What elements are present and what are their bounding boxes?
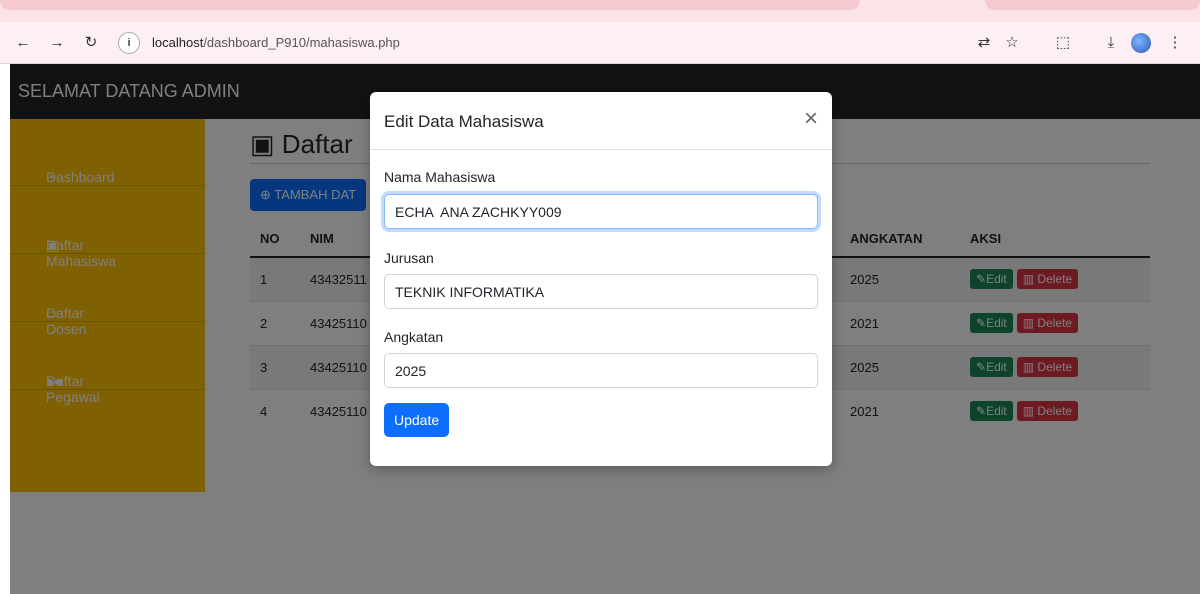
- url-path: /dashboard_P910/mahasiswa.php: [203, 35, 400, 50]
- back-icon[interactable]: ←: [12, 32, 34, 54]
- browser-tab[interactable]: [0, 0, 860, 10]
- bookmark-star-icon[interactable]: ☆: [1001, 32, 1023, 54]
- edit-mahasiswa-modal: Edit Data Mahasiswa × Nama Mahasiswa Jur…: [370, 92, 832, 466]
- url-text[interactable]: localhost/dashboard_P910/mahasiswa.php: [152, 35, 400, 50]
- browser-tabstrip: [0, 0, 1200, 22]
- modal-header: Edit Data Mahasiswa ×: [370, 92, 832, 150]
- browser-toolbar: ← → ↻ i localhost/dashboard_P910/mahasis…: [0, 22, 1200, 64]
- profile-avatar-icon[interactable]: [1131, 33, 1151, 53]
- jurusan-label: Jurusan: [384, 250, 434, 266]
- modal-title: Edit Data Mahasiswa: [384, 112, 544, 131]
- reload-icon[interactable]: ↻: [80, 32, 102, 54]
- extensions-icon[interactable]: ⬚: [1052, 32, 1074, 54]
- site-info-icon[interactable]: i: [118, 32, 140, 54]
- nama-label: Nama Mahasiswa: [384, 169, 496, 185]
- translate-icon[interactable]: ⇄: [973, 32, 995, 54]
- nama-input[interactable]: [384, 194, 818, 229]
- update-button[interactable]: Update: [384, 403, 450, 437]
- url-host: localhost: [152, 35, 204, 50]
- browser-tab[interactable]: [985, 0, 1200, 10]
- browser-menu-icon[interactable]: ⋮: [1164, 32, 1186, 54]
- jurusan-input[interactable]: [384, 274, 818, 309]
- angkatan-label: Angkatan: [384, 329, 444, 345]
- forward-icon[interactable]: →: [46, 32, 68, 54]
- download-icon[interactable]: ⤓: [1100, 32, 1122, 54]
- address-bar[interactable]: i localhost/dashboard_P910/mahasiswa.php: [118, 29, 938, 57]
- close-icon[interactable]: ×: [800, 106, 822, 132]
- angkatan-input[interactable]: [384, 353, 818, 388]
